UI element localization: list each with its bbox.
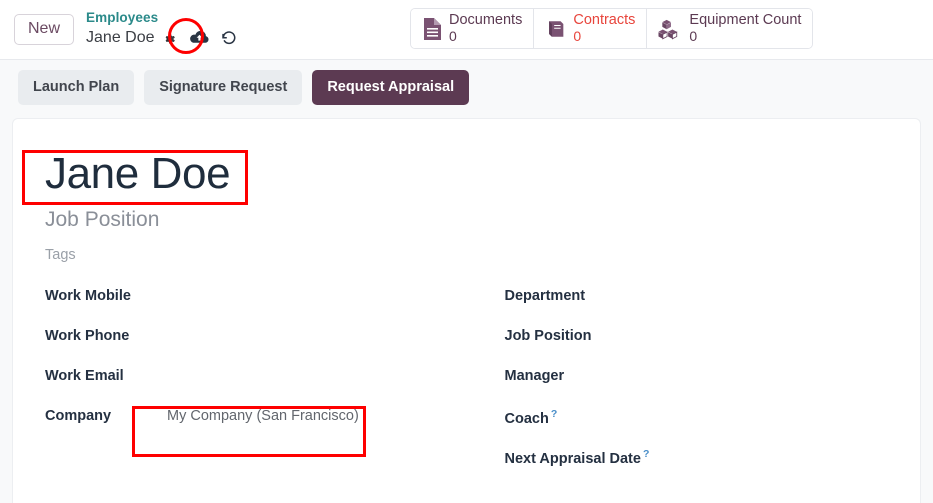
cubes-icon: [658, 18, 683, 40]
record-action-icons: [189, 27, 237, 49]
field-label-manager: Manager: [505, 361, 565, 384]
field-label-company: Company: [45, 401, 153, 424]
stat-button-contracts[interactable]: Contracts 0: [534, 9, 647, 48]
form-sheet-area: Jane Doe Job Position Tags Work Mobile W…: [0, 114, 933, 503]
field-row-job-position: Job Position: [505, 321, 895, 361]
form-sheet: Jane Doe Job Position Tags Work Mobile W…: [12, 118, 921, 503]
field-row-coach: Coach?: [505, 401, 895, 441]
control-panel: New Employees Jane Doe: [0, 0, 933, 60]
field-column-left: Work Mobile Work Phone Work Email Compan…: [39, 281, 467, 481]
stat-label: Contracts: [573, 13, 635, 29]
breadcrumb-zone: New Employees Jane Doe: [0, 10, 237, 48]
help-icon-coach[interactable]: ?: [551, 408, 557, 420]
launch-plan-button[interactable]: Launch Plan: [18, 70, 134, 105]
field-label-work-phone: Work Phone: [45, 321, 153, 344]
stat-button-documents[interactable]: Documents 0: [411, 9, 534, 48]
request-appraisal-button[interactable]: Request Appraisal: [312, 70, 469, 105]
field-row-company: Company My Company (San Francisco): [45, 401, 467, 441]
help-icon-next-appraisal-date[interactable]: ?: [643, 448, 649, 460]
stat-value: 0: [449, 29, 522, 44]
document-file-icon: [422, 17, 443, 41]
field-row-manager: Manager: [505, 361, 895, 401]
stat-value: 0: [573, 29, 635, 44]
book-icon: [545, 18, 567, 40]
stat-text: Contracts 0: [573, 13, 635, 44]
field-grid: Work Mobile Work Phone Work Email Compan…: [39, 281, 894, 481]
job-position-subtitle-input[interactable]: Job Position: [45, 208, 894, 231]
breadcrumb-item-current: Jane Doe: [86, 29, 155, 47]
field-label-next-appraisal-date: Next Appraisal Date?: [505, 441, 650, 467]
save-record-button[interactable]: [189, 27, 211, 49]
field-label-coach: Coach?: [505, 401, 558, 427]
stat-button-group: Documents 0 Contracts 0: [410, 8, 813, 49]
employee-name-input[interactable]: Jane Doe: [39, 147, 236, 204]
stat-text: Equipment Count 0: [689, 13, 801, 44]
field-row-next-appraisal-date: Next Appraisal Date?: [505, 441, 895, 481]
action-button-row: Launch Plan Signature Request Request Ap…: [0, 60, 933, 114]
field-row-work-mobile: Work Mobile: [45, 281, 467, 321]
field-row-department: Department: [505, 281, 895, 321]
new-record-button[interactable]: New: [14, 14, 74, 45]
company-field-value[interactable]: My Company (San Francisco): [167, 401, 359, 424]
breadcrumb: Employees Jane Doe: [86, 10, 237, 48]
field-label-work-email: Work Email: [45, 361, 153, 384]
tags-input[interactable]: Tags: [45, 248, 894, 264]
field-label-job-position: Job Position: [505, 321, 592, 344]
discard-record-button[interactable]: [220, 30, 237, 46]
stat-label: Documents: [449, 13, 522, 29]
breadcrumb-current-row: Jane Doe: [86, 27, 237, 49]
field-label-department: Department: [505, 281, 586, 304]
stat-button-equipment-count[interactable]: Equipment Count 0: [647, 9, 812, 48]
field-label-work-mobile: Work Mobile: [45, 281, 153, 304]
field-label-coach-text: Coach: [505, 411, 549, 427]
breadcrumb-item-employees[interactable]: Employees: [86, 10, 237, 25]
stat-label: Equipment Count: [689, 13, 801, 29]
stat-text: Documents 0: [449, 13, 522, 44]
stat-value: 0: [689, 29, 801, 44]
field-row-work-email: Work Email: [45, 361, 467, 401]
field-column-right: Department Job Position Manager Coach? N…: [467, 281, 895, 481]
signature-request-button[interactable]: Signature Request: [144, 70, 302, 105]
field-row-work-phone: Work Phone: [45, 321, 467, 361]
field-label-next-appraisal-date-text: Next Appraisal Date: [505, 451, 641, 467]
gear-icon[interactable]: [162, 32, 176, 46]
